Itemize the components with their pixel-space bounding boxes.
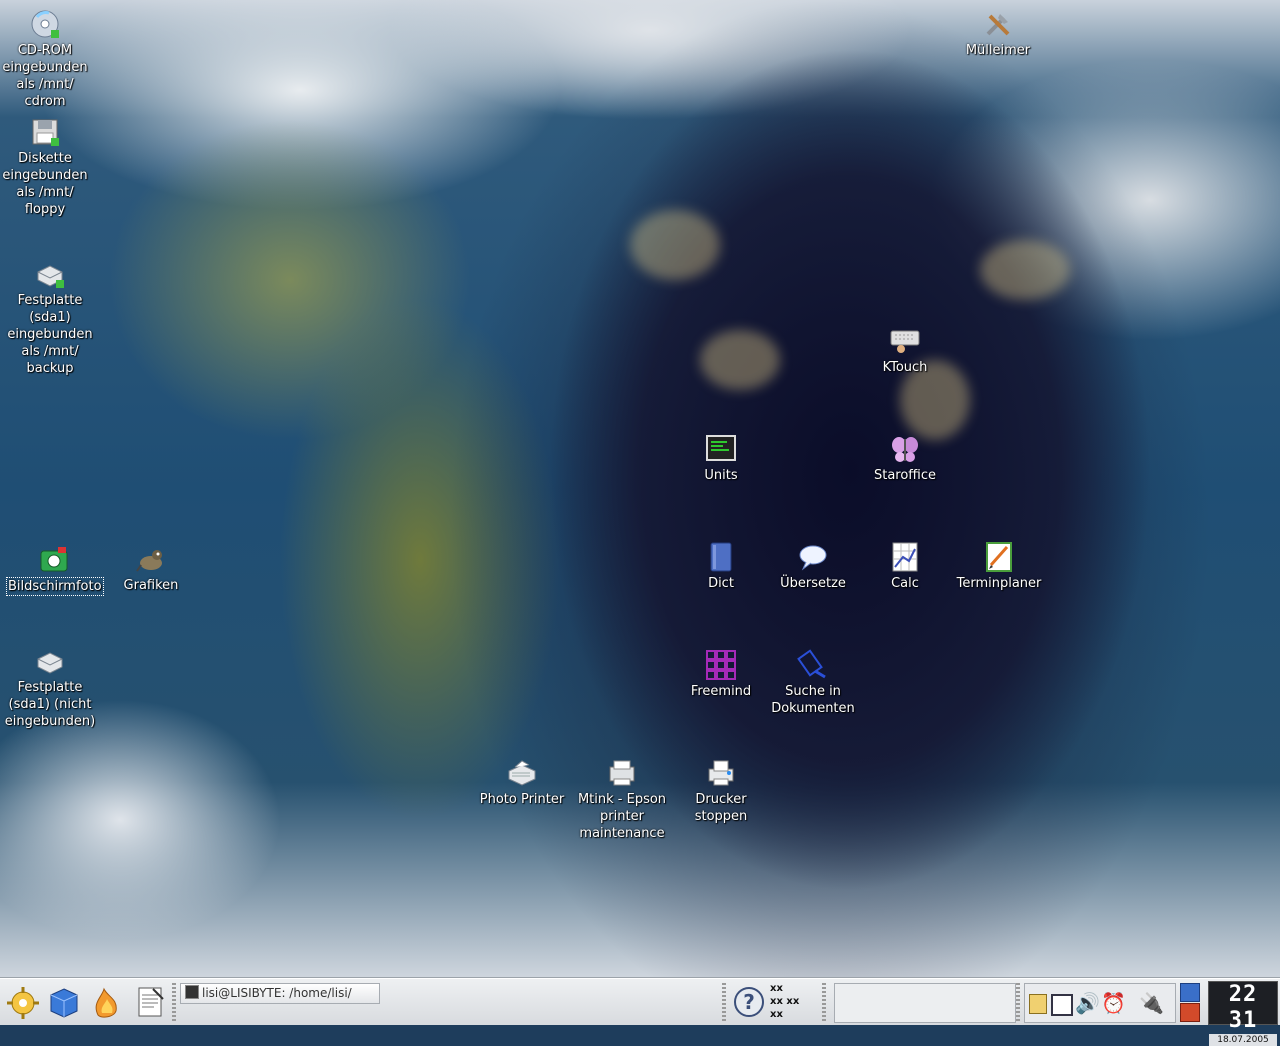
grid-icon <box>705 649 737 681</box>
icon-label: Terminplaner <box>956 576 1042 591</box>
clock-time: 22 31 <box>1228 982 1258 1033</box>
magnifier-icon <box>797 649 829 681</box>
klipper-icon[interactable] <box>1029 994 1047 1014</box>
plug-icon[interactable]: 🔌 <box>1139 992 1164 1014</box>
lock-button[interactable] <box>1180 983 1200 1002</box>
desktop-wallpaper[interactable]: CD-ROM eingebunden als /mnt/ cdrom Diske… <box>0 0 1280 978</box>
desktop-icon-drucker-stoppen[interactable]: Drucker stoppen <box>673 757 769 825</box>
icon-label: Dict <box>708 576 734 591</box>
desktop-pager[interactable]: xx xx xx xx <box>770 982 818 1022</box>
desktop-icon-trash[interactable]: Mülleimer <box>950 8 1046 59</box>
taskbar-window-button[interactable]: lisi@LISIBYTE: /home/lisi/ <box>180 983 380 1004</box>
book-icon <box>705 541 737 573</box>
flame-icon <box>95 987 117 1018</box>
icon-label: Diskette eingebunden als /mnt/ floppy <box>2 151 88 217</box>
cube-icon <box>50 988 78 1018</box>
logout-button[interactable] <box>1180 1003 1200 1022</box>
butterfly-icon <box>889 433 921 465</box>
desktop-icon-hdd-unmounted[interactable]: Festplatte (sda1) (nicht eingebunden) <box>2 645 98 730</box>
editor-launcher[interactable] <box>131 983 169 1021</box>
speaker-icon[interactable]: 🔊 <box>1075 992 1100 1014</box>
taskbar-separator <box>172 983 176 1021</box>
clock[interactable]: 22 31 18.07.2005 <box>1208 981 1278 1046</box>
alarm-clock-icon[interactable]: ⏰ <box>1101 992 1126 1014</box>
icon-label: Festplatte (sda1) (nicht eingebunden) <box>4 680 96 729</box>
icon-label: Calc <box>891 576 919 591</box>
pager-row: xx <box>770 1009 783 1020</box>
task-window-title: lisi@LISIBYTE: /home/lisi/ <box>202 986 352 1000</box>
icon-label: Grafiken <box>123 578 179 593</box>
icon-label: Mtink - Epson printer maintenance <box>577 792 667 841</box>
taskbar: lisi@LISIBYTE: /home/lisi/ ? xx xx xx xx… <box>0 978 1280 1046</box>
terminal-icon <box>705 433 737 465</box>
help-button[interactable]: ? <box>730 983 768 1021</box>
desktop-icon-uebersetze[interactable]: Übersetze <box>765 541 861 592</box>
clock-date: 18.07.2005 <box>1209 1034 1277 1046</box>
svg-text:?: ? <box>743 990 755 1014</box>
desktop-icon-cdrom[interactable]: CD-ROM eingebunden als /mnt/ cdrom <box>0 8 93 110</box>
icon-label: Übersetze <box>780 576 846 591</box>
home-launcher[interactable] <box>45 983 83 1021</box>
tools-icon <box>982 8 1014 40</box>
desktop-icon-terminplaner[interactable]: Terminplaner <box>951 541 1047 592</box>
icon-label: Photo Printer <box>479 792 565 807</box>
icon-label: Bildschirmfoto <box>6 577 104 596</box>
desktop-icon-staroffice[interactable]: Staroffice <box>857 433 953 484</box>
desktop-icon-calc[interactable]: Calc <box>857 541 953 592</box>
help-lifebuoy-icon: ? <box>734 987 764 1017</box>
harddisk-icon <box>34 258 66 290</box>
taskbar-separator <box>822 983 826 1021</box>
desktop-icon-freemind[interactable]: Freemind <box>673 649 769 700</box>
speech-bubble-icon <box>797 541 829 573</box>
icon-label: KTouch <box>882 360 928 375</box>
icon-label: Staroffice <box>873 468 937 483</box>
desktop-icon-mtink[interactable]: Mtink - Epson printer maintenance <box>574 757 670 842</box>
keyboard-icon <box>889 325 921 357</box>
icon-label: CD-ROM eingebunden als /mnt/ cdrom <box>2 43 88 109</box>
icon-label: Mülleimer <box>965 43 1031 58</box>
desktop-icon-ktouch[interactable]: KTouch <box>857 325 953 376</box>
document-icon <box>138 987 164 1017</box>
screenshot-icon <box>38 543 70 575</box>
taskbar-separator <box>1016 983 1020 1021</box>
printer-icon <box>606 757 638 789</box>
terminal-small-icon <box>185 985 199 999</box>
pager-row: xx xx <box>770 996 800 1007</box>
taskbar-empty-applet[interactable] <box>834 983 1016 1023</box>
icon-label: Drucker stoppen <box>694 792 748 824</box>
kde-gear-icon <box>7 987 39 1019</box>
cdrom-icon <box>29 8 61 40</box>
calendar-icon[interactable] <box>1051 994 1073 1016</box>
floppy-icon <box>29 116 61 148</box>
desktop-icon-photo-printer[interactable]: Photo Printer <box>474 757 570 808</box>
pager-row: xx <box>770 983 783 994</box>
printer-icon <box>705 757 737 789</box>
desktop-icon-grafiken[interactable]: Grafiken <box>103 543 199 594</box>
icon-label: Freemind <box>690 684 752 699</box>
planner-icon <box>983 541 1015 573</box>
icon-label: Suche in Dokumenten <box>771 684 855 716</box>
desktop-icon-units[interactable]: Units <box>673 433 769 484</box>
icon-label: Festplatte (sda1) eingebunden als /mnt/ … <box>7 293 93 376</box>
gimp-icon <box>135 543 167 575</box>
firefox-launcher[interactable] <box>88 983 126 1021</box>
kde-menu-button[interactable] <box>4 983 42 1021</box>
desktop-icon-suche[interactable]: Suche in Dokumenten <box>765 649 861 717</box>
desktop-icon-dict[interactable]: Dict <box>673 541 769 592</box>
harddisk-icon <box>34 645 66 677</box>
desktop-icon-screenshot[interactable]: Bildschirmfoto <box>6 543 104 596</box>
spreadsheet-icon <box>889 541 921 573</box>
desktop-icon-floppy[interactable]: Diskette eingebunden als /mnt/ floppy <box>0 116 93 218</box>
printer-icon <box>506 757 538 789</box>
icon-label: Units <box>704 468 738 483</box>
desktop-icon-hdd-backup[interactable]: Festplatte (sda1) eingebunden als /mnt/ … <box>2 258 98 377</box>
taskbar-separator <box>722 983 726 1021</box>
system-tray: 🔊 ⏰ 🔌 <box>1024 983 1176 1023</box>
